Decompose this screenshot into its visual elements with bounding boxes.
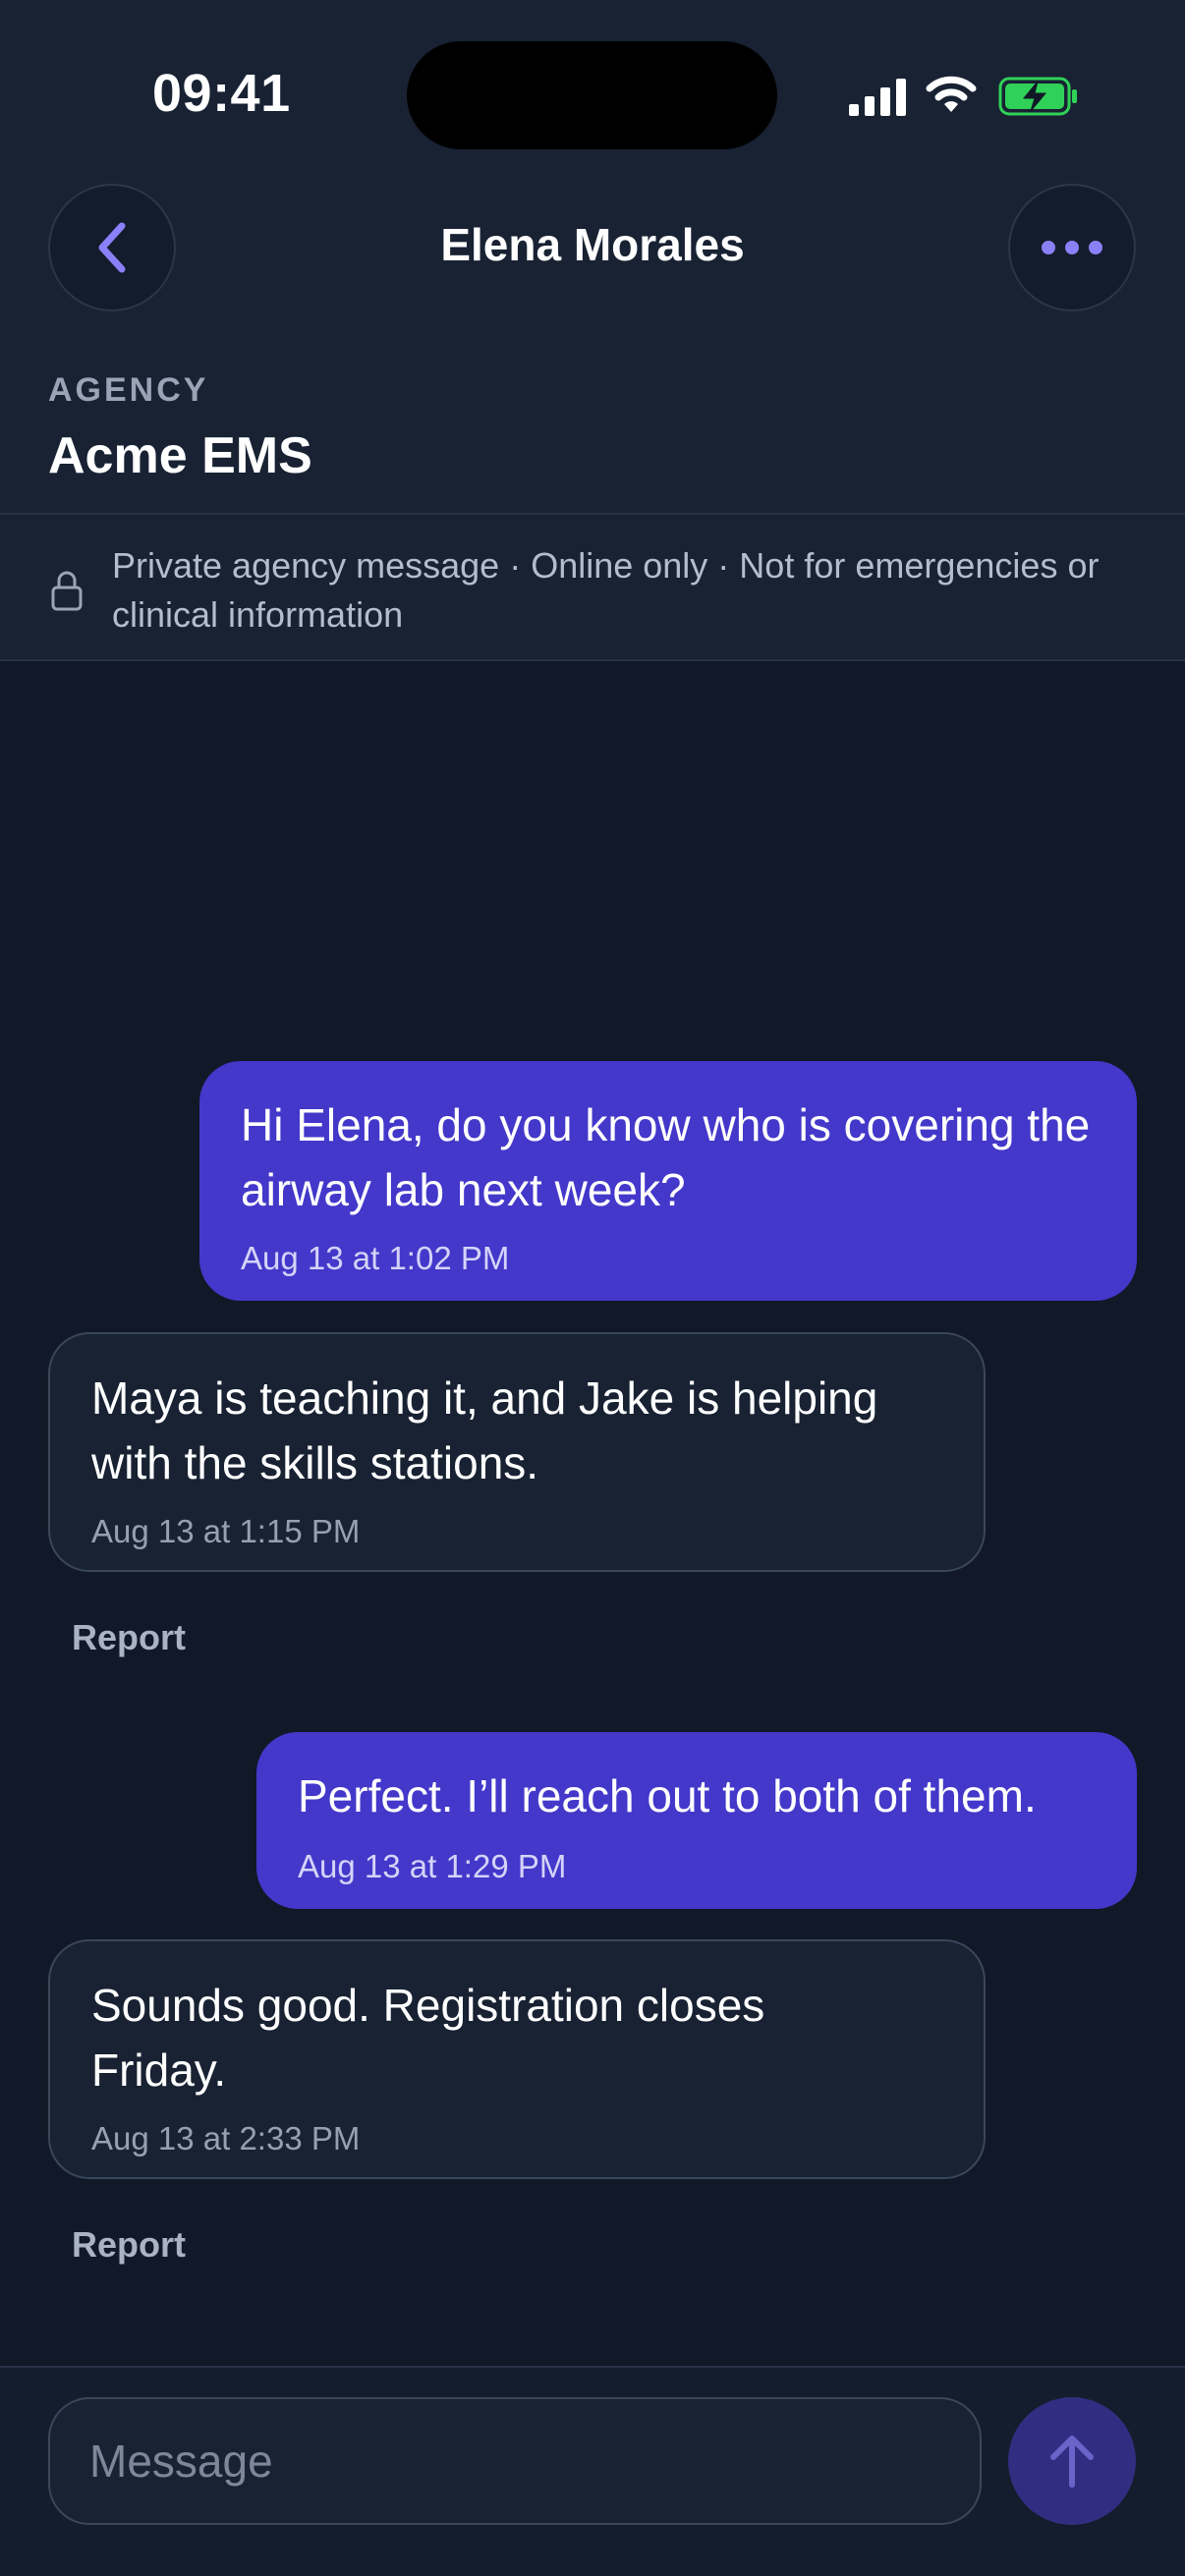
message-text: Hi Elena, do you know who is covering th… <box>241 1099 1091 1215</box>
back-button[interactable] <box>48 184 176 311</box>
arrow-up-icon <box>1050 2436 1094 2488</box>
send-button[interactable] <box>1008 2397 1136 2525</box>
message-timestamp: Aug 13 at 2:33 PM <box>91 2120 361 2156</box>
battery-charging-icon <box>998 77 1077 116</box>
message-timestamp: Aug 13 at 1:15 PM <box>91 1513 361 1549</box>
message-text: Perfect. I’ll reach out to both of them. <box>298 1770 1037 1821</box>
dynamic-island <box>407 41 777 149</box>
incoming-message[interactable]: Sounds good. Registration closes Friday.… <box>48 1939 986 2179</box>
chat-screen: 09:41 Elena Morales AGENCY Acme EMS Priv… <box>0 0 1185 2576</box>
outgoing-message[interactable]: Perfect. I’ll reach out to both of them.… <box>256 1732 1137 1909</box>
wifi-icon <box>926 76 977 112</box>
report-button[interactable]: Report <box>72 2224 186 2266</box>
chevron-left-icon <box>98 222 126 273</box>
outgoing-message[interactable]: Hi Elena, do you know who is covering th… <box>199 1061 1137 1301</box>
message-text: Maya is teaching it, and Jake is helping… <box>91 1372 878 1488</box>
contact-name: Elena Morales <box>440 219 745 270</box>
chat-header: 09:41 Elena Morales AGENCY Acme EMS Priv… <box>0 0 1185 661</box>
incoming-message[interactable]: Maya is teaching it, and Jake is helping… <box>48 1332 986 1572</box>
message-timestamp: Aug 13 at 1:29 PM <box>298 1848 567 1884</box>
report-button[interactable]: Report <box>72 1617 186 1658</box>
status-time: 09:41 <box>152 64 291 123</box>
privacy-notice-text: Private agency message · Online only · N… <box>112 545 1100 635</box>
agency-name: Acme EMS <box>48 427 312 484</box>
signal-icon <box>849 79 906 116</box>
message-composer <box>0 2366 1185 2576</box>
more-options-button[interactable] <box>1008 184 1136 311</box>
message-text: Sounds good. Registration closes Friday. <box>91 1980 765 2096</box>
agency-label: AGENCY <box>48 371 209 409</box>
privacy-notice: Private agency message · Online only · N… <box>0 513 1185 661</box>
lock-icon <box>51 571 83 611</box>
message-timestamp: Aug 13 at 1:02 PM <box>241 1240 510 1276</box>
message-input[interactable] <box>48 2397 982 2525</box>
ellipsis-icon <box>1042 241 1102 254</box>
